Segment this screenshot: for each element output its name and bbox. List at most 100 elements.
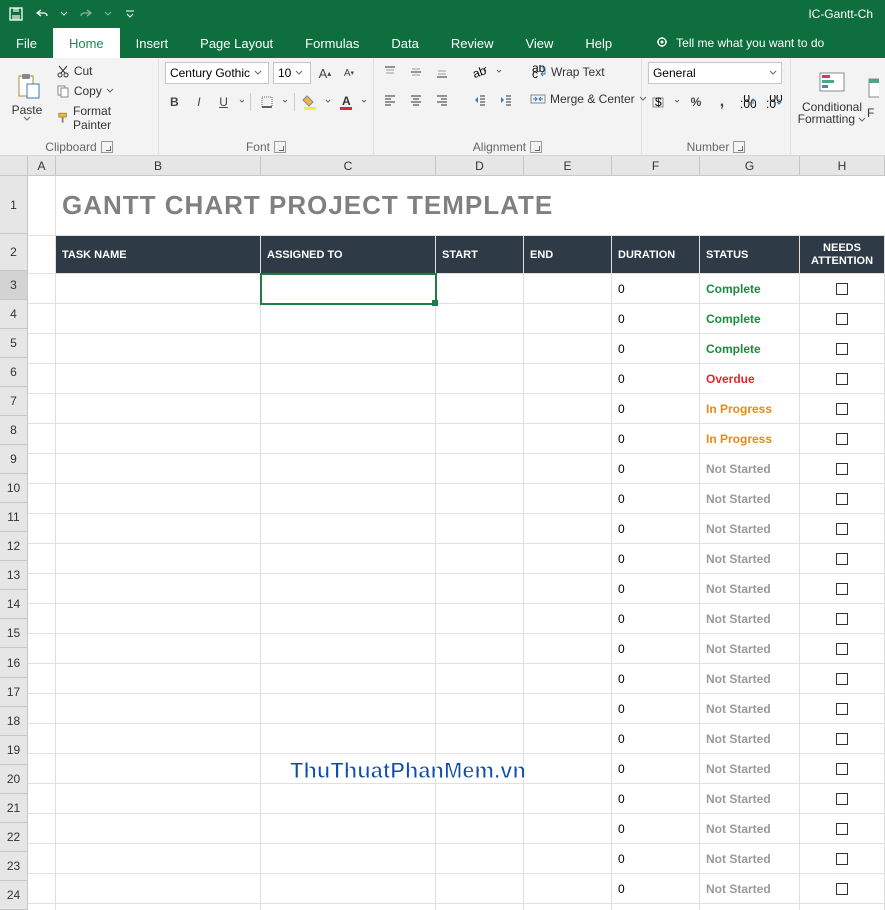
fill-color-icon[interactable] (301, 92, 320, 112)
row-header-10[interactable]: 10 (0, 474, 28, 503)
cell-assignedto[interactable] (261, 604, 436, 634)
borders-icon[interactable] (257, 92, 276, 112)
tab-home[interactable]: Home (53, 28, 120, 58)
row-header-9[interactable]: 9 (0, 445, 28, 474)
cell-duration[interactable]: 0 (612, 634, 700, 664)
column-header-A[interactable]: A (28, 156, 56, 175)
cell-status[interactable]: Not Started (700, 904, 800, 910)
cell-duration[interactable]: 0 (612, 544, 700, 574)
header-duration[interactable]: DURATION (612, 236, 700, 274)
cell-status[interactable]: Not Started (700, 514, 800, 544)
copy-button[interactable]: Copy (52, 82, 152, 100)
header-end[interactable]: END (524, 236, 612, 274)
row-header-2[interactable]: 2 (0, 234, 28, 271)
cell-attention-checkbox[interactable] (800, 784, 885, 814)
cell-attention-checkbox[interactable] (800, 844, 885, 874)
tab-insert[interactable]: Insert (120, 28, 185, 58)
cell-status[interactable]: Not Started (700, 664, 800, 694)
cell-duration[interactable]: 0 (612, 784, 700, 814)
row-header-23[interactable]: 23 (0, 852, 28, 881)
cell-assignedto[interactable] (261, 544, 436, 574)
align-left-icon[interactable] (380, 90, 400, 110)
row-header-14[interactable]: 14 (0, 590, 28, 619)
paste-button[interactable]: Paste (6, 62, 48, 132)
align-bottom-icon[interactable] (432, 62, 452, 82)
cell-attention-checkbox[interactable] (800, 394, 885, 424)
merge-center-button[interactable]: Merge & Center (526, 90, 656, 108)
cell-taskname[interactable] (56, 454, 261, 484)
cell-taskname[interactable] (56, 694, 261, 724)
row-header-12[interactable]: 12 (0, 532, 28, 561)
cell-assignedto[interactable] (261, 664, 436, 694)
cell-duration[interactable]: 0 (612, 844, 700, 874)
cell-assignedto[interactable] (261, 724, 436, 754)
column-header-C[interactable]: C (261, 156, 436, 175)
row-header-3[interactable]: 3 (0, 271, 28, 300)
align-middle-icon[interactable] (406, 62, 426, 82)
cell-attention-checkbox[interactable] (800, 814, 885, 844)
cell-taskname[interactable] (56, 334, 261, 364)
cell-taskname[interactable] (56, 394, 261, 424)
header-task-name[interactable]: TASK NAME (56, 236, 261, 274)
cell-taskname[interactable] (56, 604, 261, 634)
decrease-indent-icon[interactable] (470, 90, 490, 110)
cell-status[interactable]: Not Started (700, 844, 800, 874)
cell-taskname[interactable] (56, 904, 261, 910)
row-header-15[interactable]: 15 (0, 619, 28, 648)
cell-duration[interactable]: 0 (612, 904, 700, 910)
cell-attention-checkbox[interactable] (800, 484, 885, 514)
cell-status[interactable]: Complete (700, 334, 800, 364)
cells-area[interactable]: GANTT CHART PROJECT TEMPLATETASK NAMEASS… (28, 176, 885, 910)
cell-assignedto[interactable] (261, 874, 436, 904)
cell-attention-checkbox[interactable] (800, 364, 885, 394)
font-name-select[interactable]: Century Gothic (165, 62, 269, 84)
header-assigned-to[interactable]: ASSIGNED TO (261, 236, 436, 274)
tab-review[interactable]: Review (435, 28, 510, 58)
cell-attention-checkbox[interactable] (800, 424, 885, 454)
cell-assignedto[interactable] (261, 694, 436, 724)
header-start[interactable]: START (436, 236, 524, 274)
cell-duration[interactable]: 0 (612, 754, 700, 784)
column-header-B[interactable]: B (56, 156, 261, 175)
column-header-D[interactable]: D (436, 156, 524, 175)
cell-assignedto[interactable] (261, 304, 436, 334)
sheet-title-cell[interactable]: GANTT CHART PROJECT TEMPLATE (56, 176, 885, 236)
cell-duration[interactable]: 0 (612, 334, 700, 364)
cell-taskname[interactable] (56, 814, 261, 844)
conditional-formatting-button[interactable]: Conditional Formatting (797, 62, 867, 132)
column-header-G[interactable]: G (700, 156, 800, 175)
comma-icon[interactable]: , (712, 92, 732, 112)
row-header-20[interactable]: 20 (0, 765, 28, 794)
cell-status[interactable]: Not Started (700, 724, 800, 754)
cell-attention-checkbox[interactable] (800, 694, 885, 724)
cell-status[interactable]: Not Started (700, 754, 800, 784)
cell-status[interactable]: Not Started (700, 484, 800, 514)
cell-duration[interactable]: 0 (612, 604, 700, 634)
tab-help[interactable]: Help (569, 28, 628, 58)
cell-taskname[interactable] (56, 274, 261, 304)
percent-icon[interactable]: % (686, 92, 706, 112)
cell-status[interactable]: Not Started (700, 454, 800, 484)
tab-page-layout[interactable]: Page Layout (184, 28, 289, 58)
cell-assignedto[interactable] (261, 814, 436, 844)
cell-taskname[interactable] (56, 424, 261, 454)
align-top-icon[interactable] (380, 62, 400, 82)
cell-assignedto[interactable] (261, 514, 436, 544)
cell-assignedto[interactable] (261, 364, 436, 394)
cell-status[interactable]: In Progress (700, 394, 800, 424)
font-color-icon[interactable]: A (337, 92, 356, 112)
accounting-format-icon[interactable]: $ (648, 92, 668, 112)
cell-assignedto[interactable] (261, 904, 436, 910)
cell-taskname[interactable] (56, 844, 261, 874)
cell-taskname[interactable] (56, 544, 261, 574)
cut-button[interactable]: Cut (52, 62, 152, 80)
cell-attention-checkbox[interactable] (800, 724, 885, 754)
cell-taskname[interactable] (56, 724, 261, 754)
cell-duration[interactable]: 0 (612, 484, 700, 514)
row-header-7[interactable]: 7 (0, 387, 28, 416)
cell-taskname[interactable] (56, 664, 261, 694)
cell-duration[interactable]: 0 (612, 874, 700, 904)
column-header-F[interactable]: F (612, 156, 700, 175)
cell-assignedto[interactable] (261, 784, 436, 814)
cell-attention-checkbox[interactable] (800, 634, 885, 664)
